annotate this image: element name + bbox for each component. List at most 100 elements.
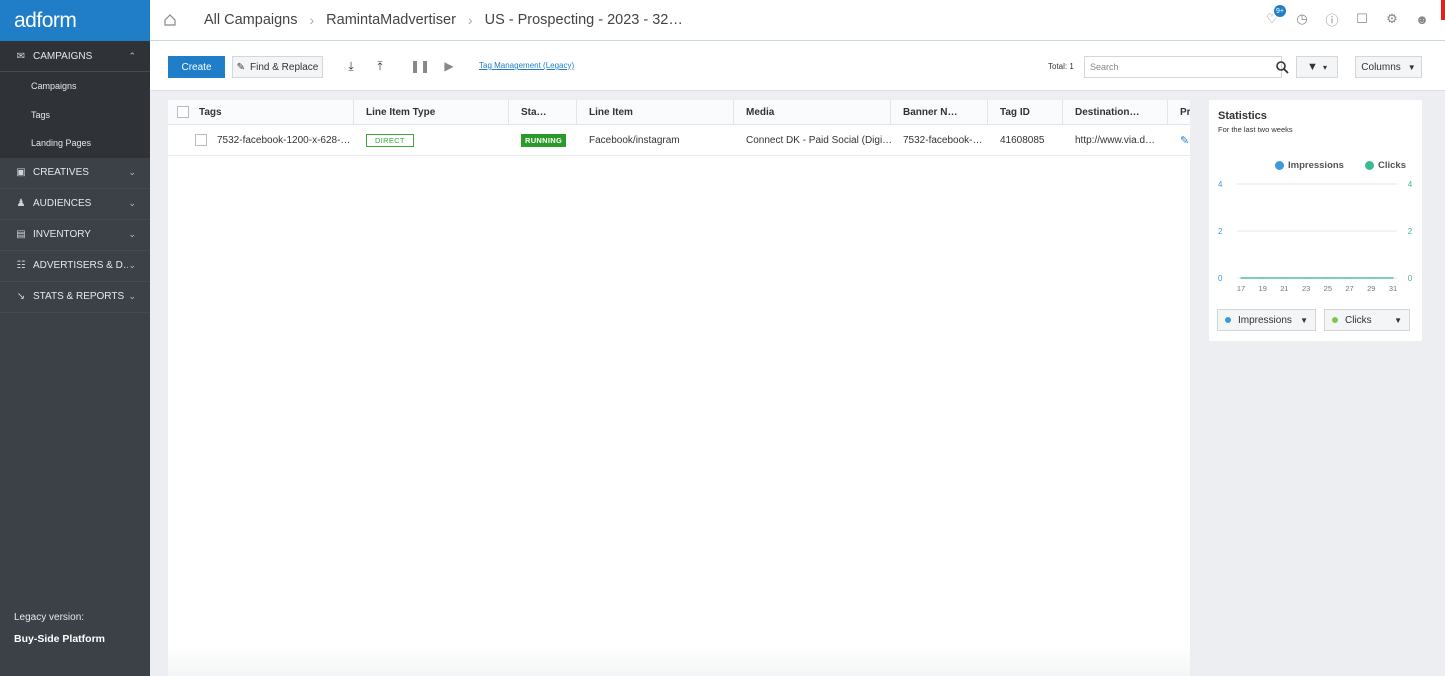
nav-audiences[interactable]: ♟ AUDIENCES ⌄ bbox=[0, 189, 150, 220]
header-label: Tags bbox=[199, 106, 222, 118]
data-point bbox=[1370, 277, 1372, 279]
top-icons: ♡ 9+ ◷ ⓘ ☐ ⚙ ☻ bbox=[1263, 4, 1431, 28]
nav-advertisers[interactable]: ☷ ADVERTISERS & D… ⌄ bbox=[0, 251, 150, 282]
nav-stats-reports[interactable]: ↘ STATS & REPORTS ⌄ bbox=[0, 282, 150, 313]
data-point bbox=[1348, 277, 1351, 279]
breadcrumb-all-campaigns[interactable]: All Campaigns bbox=[204, 12, 298, 28]
cell-media: Connect DK - Paid Social (Digi… bbox=[746, 134, 891, 146]
tag-name[interactable]: 7532-facebook-1200-x-628-px-… bbox=[217, 135, 354, 146]
sidebar-item-tags[interactable]: Tags bbox=[0, 100, 150, 129]
total-count: Total: 1 bbox=[1048, 62, 1074, 71]
nav-inventory[interactable]: ▤ INVENTORY ⌄ bbox=[0, 220, 150, 251]
header-tags[interactable]: Tags bbox=[168, 100, 354, 124]
nav-label: CAMPAIGNS bbox=[33, 50, 93, 62]
adform-logo[interactable]: adform bbox=[0, 0, 150, 41]
pause-icon[interactable]: ❚❚ bbox=[410, 59, 430, 73]
sidebar: adform ✉ CAMPAIGNS ⌃ Campaigns Tags Land… bbox=[0, 0, 150, 676]
header-tag-id[interactable]: Tag ID bbox=[988, 100, 1063, 124]
cell-tag: 7532-facebook-1200-x-628-px-… bbox=[168, 125, 354, 155]
header-preview[interactable]: Pr bbox=[1168, 100, 1190, 124]
chevron-down-icon: ⌄ bbox=[128, 260, 136, 270]
y-tick-left: 4 bbox=[1218, 180, 1223, 189]
sidebar-item-campaigns[interactable]: Campaigns bbox=[0, 72, 150, 101]
image-icon: ▣ bbox=[16, 167, 26, 178]
nav-creatives[interactable]: ▣ CREATIVES ⌄ bbox=[0, 158, 150, 189]
upload-icon[interactable]: ⤒ bbox=[373, 59, 387, 73]
search-box bbox=[1084, 56, 1282, 78]
preview-icon[interactable]: ✎ bbox=[1180, 134, 1189, 147]
legend-label: Impressions bbox=[1288, 160, 1344, 171]
columns-label: Columns bbox=[1361, 61, 1401, 73]
cell-destination: http://www.via.d… bbox=[1075, 134, 1156, 146]
document-icon: ▤ bbox=[16, 229, 26, 240]
header-banner-name[interactable]: Banner N… bbox=[891, 100, 988, 124]
create-button[interactable]: Create bbox=[168, 56, 225, 78]
gear-icon[interactable]: ⚙ bbox=[1383, 10, 1401, 28]
nav-campaigns[interactable]: ✉ CAMPAIGNS ⌃ bbox=[0, 41, 150, 72]
breadcrumb-advertiser[interactable]: RamintaMadvertiser bbox=[326, 12, 456, 28]
y-tick-right: 4 bbox=[1408, 180, 1413, 189]
filter-icon: ▼ bbox=[1307, 61, 1318, 73]
user-icon[interactable]: ☻ bbox=[1413, 10, 1431, 28]
search-input[interactable] bbox=[1090, 62, 1281, 72]
legend-impressions[interactable]: Impressions bbox=[1275, 160, 1344, 171]
data-point bbox=[1327, 277, 1329, 279]
header-destination[interactable]: Destination… bbox=[1063, 100, 1168, 124]
bell-icon[interactable]: ♡ 9+ bbox=[1263, 4, 1287, 28]
chat-icon[interactable]: ☐ bbox=[1353, 10, 1371, 28]
metric-select-left[interactable]: Impressions ▼ bbox=[1217, 309, 1316, 331]
history-icon[interactable]: ◷ bbox=[1293, 10, 1311, 28]
chevron-down-icon: ⌄ bbox=[128, 229, 136, 239]
tag-management-link[interactable]: Tag Management (Legacy) bbox=[479, 61, 574, 70]
tags-table: Tags Line Item Type Sta… Line Item Media… bbox=[168, 100, 1190, 676]
table-row[interactable]: 7532-facebook-1200-x-628-px-… DIRECT RUN… bbox=[168, 125, 1190, 156]
legend-label: Clicks bbox=[1378, 160, 1406, 171]
legacy-version-label: Legacy version: bbox=[14, 612, 85, 623]
metric-select-right[interactable]: Clicks ▼ bbox=[1324, 309, 1410, 331]
x-tick: 25 bbox=[1324, 284, 1332, 293]
row-checkbox[interactable] bbox=[195, 134, 207, 146]
metric-dot-clicks bbox=[1332, 317, 1338, 323]
nav-label: AUDIENCES bbox=[33, 198, 92, 209]
play-icon[interactable]: ▶ bbox=[442, 59, 456, 73]
download-icon[interactable]: ⤓ bbox=[344, 59, 358, 73]
y-tick-left: 2 bbox=[1218, 227, 1223, 236]
status-badge: RUNNING bbox=[521, 133, 567, 147]
chart-icon: ↘ bbox=[16, 291, 26, 302]
nav-label: STATS & REPORTS bbox=[33, 291, 125, 302]
sidebar-item-landing-pages[interactable]: Landing Pages bbox=[0, 129, 150, 158]
cell-line-item-type: DIRECT bbox=[354, 125, 509, 155]
find-replace-label: Find & Replace bbox=[250, 61, 319, 73]
caret-down-icon: ▼ bbox=[1407, 62, 1416, 72]
caret-down-icon: ▼ bbox=[1394, 315, 1402, 325]
line-item-type-badge: DIRECT bbox=[366, 133, 414, 147]
data-point bbox=[1262, 277, 1264, 279]
y-tick-left: 0 bbox=[1218, 274, 1223, 283]
header-line-item[interactable]: Line Item bbox=[577, 100, 734, 124]
home-icon[interactable] bbox=[150, 13, 190, 27]
cell-banner-name: 7532-facebook-… bbox=[903, 134, 983, 146]
topbar: All Campaigns › RamintaMadvertiser › US … bbox=[150, 0, 1445, 41]
header-line-item-type[interactable]: Line Item Type bbox=[354, 100, 509, 124]
filter-button[interactable]: ▼ ▾ bbox=[1296, 56, 1338, 78]
buy-side-platform-link[interactable]: Buy-Side Platform bbox=[14, 633, 105, 645]
search-icon[interactable] bbox=[1272, 57, 1292, 77]
caret-down-icon: ▾ bbox=[1322, 62, 1327, 72]
nav-label: ADVERTISERS & D… bbox=[33, 260, 129, 271]
header-media[interactable]: Media bbox=[734, 100, 891, 124]
nav-label: CREATIVES bbox=[33, 167, 89, 178]
x-tick: 23 bbox=[1302, 284, 1310, 293]
chevron-right-icon: › bbox=[309, 12, 315, 28]
select-all-checkbox[interactable] bbox=[177, 106, 189, 118]
nav-label: INVENTORY bbox=[33, 229, 91, 240]
toolbar: Create ✎ Find & Replace ⤓ ⤒ ❚❚ ▶ Tag Man… bbox=[150, 41, 1445, 91]
find-replace-button[interactable]: ✎ Find & Replace bbox=[232, 56, 323, 78]
chevron-down-icon: ⌄ bbox=[128, 291, 136, 301]
columns-button[interactable]: Columns ▼ bbox=[1355, 56, 1422, 78]
breadcrumb-campaign[interactable]: US - Prospecting - 2023 - 32… bbox=[485, 12, 683, 28]
cell-line-item: Facebook/instagram bbox=[589, 134, 680, 146]
help-icon[interactable]: ⓘ bbox=[1323, 10, 1341, 28]
data-point bbox=[1240, 277, 1242, 279]
legend-clicks[interactable]: Clicks bbox=[1365, 160, 1406, 171]
header-status[interactable]: Sta… bbox=[509, 100, 577, 124]
